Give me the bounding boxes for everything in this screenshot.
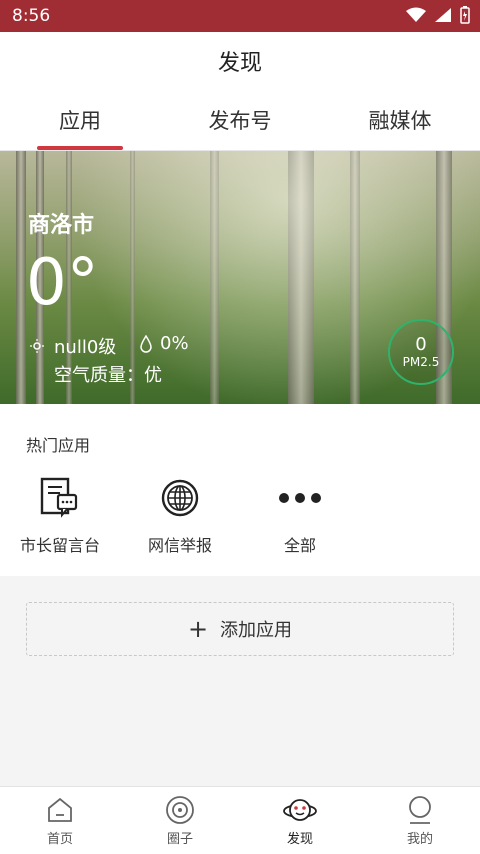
app-all[interactable]: 全部 xyxy=(240,476,360,556)
air-quality: 空气质量：优 xyxy=(54,365,162,386)
nav-label: 发现 xyxy=(286,832,313,847)
more-icon xyxy=(279,493,321,503)
circle-icon xyxy=(166,796,194,824)
status-icons xyxy=(406,6,470,24)
nav-circle[interactable]: 圈子 xyxy=(120,787,240,854)
sun-icon xyxy=(30,339,44,353)
pm25-value: 0 xyxy=(415,334,427,356)
plus-icon: + xyxy=(187,615,209,643)
app-label: 网信举报 xyxy=(147,536,212,555)
weather-card[interactable]: 商洛市 0° null0级 0% 空气质量：优 0 PM2.5 xyxy=(0,151,480,404)
nav-profile[interactable]: 我的 xyxy=(360,787,480,854)
app-cyber-report[interactable]: 网信举报 xyxy=(120,476,240,556)
profile-icon xyxy=(409,796,431,824)
nav-discover[interactable]: 发现 xyxy=(240,787,360,854)
weather-temperature: 0° xyxy=(26,246,99,320)
nav-label: 圈子 xyxy=(166,832,193,847)
weather-city: 商洛市 xyxy=(28,213,95,238)
humidity-value: 0% xyxy=(160,333,189,354)
pm25-badge: 0 PM2.5 xyxy=(388,319,454,385)
nav-label: 我的 xyxy=(406,832,433,847)
weather-wind: null0级 xyxy=(30,333,116,359)
bottom-nav: 首页 圈子 发现 我的 xyxy=(0,786,480,854)
wind-value: null0级 xyxy=(54,337,117,358)
app-label: 市长留言台 xyxy=(19,536,100,555)
home-icon xyxy=(48,797,72,822)
tab-apps[interactable]: 应用 xyxy=(0,90,160,150)
status-bar: 8:56 xyxy=(0,0,480,32)
tab-bar: 应用 发布号 融媒体 xyxy=(0,90,480,151)
message-board-icon xyxy=(40,477,78,518)
signal-icon xyxy=(435,8,451,22)
add-app-button[interactable]: + 添加应用 xyxy=(26,602,454,656)
tab-label: 发布号 xyxy=(208,109,272,133)
add-app-label: 添加应用 xyxy=(220,620,293,641)
battery-icon xyxy=(460,6,470,24)
hot-apps-title: 热门应用 xyxy=(26,436,91,455)
water-drop-icon xyxy=(140,334,152,353)
tab-active-indicator xyxy=(37,146,123,150)
app-mayor-message[interactable]: 市长留言台 xyxy=(0,476,120,556)
hot-apps-list: 市长留言台 网信举报 全部 xyxy=(0,476,480,556)
nav-home[interactable]: 首页 xyxy=(0,787,120,854)
tab-label: 应用 xyxy=(59,109,101,133)
discover-icon xyxy=(283,799,317,821)
globe-icon xyxy=(161,479,199,517)
status-time: 8:56 xyxy=(12,6,51,26)
weather-humidity: 0% xyxy=(140,333,189,354)
wifi-icon xyxy=(406,7,426,22)
tab-publishers[interactable]: 发布号 xyxy=(160,90,320,150)
nav-label: 首页 xyxy=(46,832,73,847)
page-title: 发现 xyxy=(0,32,480,91)
tab-label: 融媒体 xyxy=(368,109,432,133)
pm25-label: PM2.5 xyxy=(402,354,440,369)
tab-media[interactable]: 融媒体 xyxy=(320,90,480,150)
app-label: 全部 xyxy=(283,536,316,555)
hot-apps-section: 热门应用 市长留言台 网信举报 全部 xyxy=(0,404,480,576)
